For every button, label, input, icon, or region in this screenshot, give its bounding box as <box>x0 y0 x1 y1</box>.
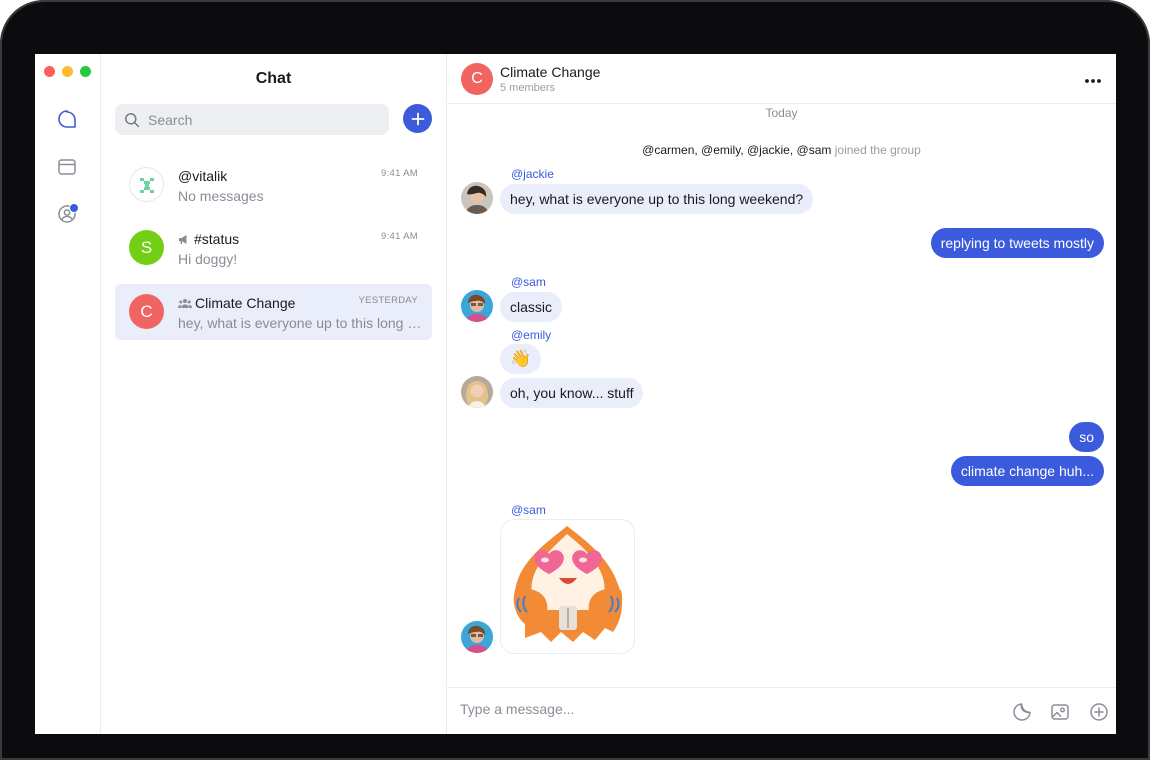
emoji-message[interactable]: 👋 <box>500 344 542 374</box>
identicon-icon <box>139 177 154 193</box>
inbox-icon <box>58 159 76 175</box>
conversation-name-text: #status <box>194 231 240 247</box>
chat-title[interactable]: Climate Change <box>500 64 600 80</box>
conversation-name: @vitalik <box>178 168 227 184</box>
conversation-preview: Hi doggy! <box>178 251 238 267</box>
image-button[interactable] <box>1049 701 1071 723</box>
avatar: S <box>129 230 164 265</box>
sticker-button[interactable] <box>1011 701 1033 723</box>
notification-badge <box>69 203 79 213</box>
sender-name[interactable]: @emily <box>511 328 551 342</box>
message-bubble-outgoing[interactable]: climate change huh... <box>950 456 1104 486</box>
sticker-message[interactable] <box>500 519 635 654</box>
image-icon <box>1051 704 1069 720</box>
avatar-jackie[interactable] <box>461 182 493 214</box>
user-photo-icon <box>461 290 493 322</box>
message-bubble[interactable]: hey, what is everyone up to this long we… <box>500 184 814 214</box>
maximize-window-button[interactable] <box>80 66 91 77</box>
app-window: Chat @vitalik No <box>35 54 1116 734</box>
more-options-button[interactable] <box>1084 68 1102 89</box>
avatar <box>129 167 164 202</box>
add-circle-icon <box>1090 703 1108 721</box>
heart-eyes-sticker-icon <box>513 526 623 642</box>
nav-rail <box>35 54 101 734</box>
window-controls <box>44 66 91 77</box>
chat-header: C Climate Change 5 members <box>447 54 1116 104</box>
conversation-preview: No messages <box>178 188 264 204</box>
chat-avatar[interactable]: C <box>461 63 493 95</box>
conversation-time: YESTERDAY <box>358 295 418 306</box>
search-box[interactable] <box>115 104 389 135</box>
more-horizontal-icon <box>1085 79 1101 83</box>
user-photo-icon <box>461 376 493 408</box>
search-input[interactable] <box>146 110 380 129</box>
conversation-time: 9:41 AM <box>381 168 418 179</box>
minimize-window-button[interactable] <box>62 66 73 77</box>
chat-panel: C Climate Change 5 members Today @carmen… <box>447 54 1116 734</box>
plus-icon <box>411 112 424 125</box>
conversation-name-text: Climate Change <box>195 295 296 311</box>
conversation-preview: hey, what is everyone up to this long we… <box>178 315 423 331</box>
group-icon <box>178 298 192 308</box>
device-frame: Chat @vitalik No <box>0 0 1150 760</box>
sidebar-title: Chat <box>255 70 292 87</box>
conversation-item-vitalik[interactable]: @vitalik No messages 9:41 AM <box>115 157 432 213</box>
sender-name[interactable]: @sam <box>511 275 546 289</box>
nav-chat-button[interactable] <box>53 106 81 134</box>
message-bubble[interactable]: oh, you know... stuff <box>500 378 644 408</box>
user-photo-icon <box>461 182 493 214</box>
add-attachment-button[interactable] <box>1088 701 1110 723</box>
sender-name[interactable]: @jackie <box>511 167 554 181</box>
message-input[interactable] <box>458 700 982 718</box>
conversation-name: Climate Change <box>178 295 295 311</box>
avatar: C <box>129 294 164 329</box>
avatar-emily[interactable] <box>461 376 493 408</box>
user-photo-icon <box>461 621 493 653</box>
new-chat-button[interactable] <box>403 104 432 133</box>
system-message: @carmen, @emily, @jackie, @sam joined th… <box>447 143 1116 157</box>
date-divider: Today <box>765 106 798 120</box>
conversation-item-status[interactable]: S #status Hi doggy! 9:41 AM <box>115 220 432 276</box>
conversation-item-climate-change[interactable]: C Climate Change hey, what is everyone u… <box>115 284 432 340</box>
sender-name[interactable]: @sam <box>511 503 546 517</box>
megaphone-icon <box>179 234 187 244</box>
joined-note: joined the group <box>834 143 921 157</box>
avatar-sam[interactable] <box>461 621 493 653</box>
conversation-time: 9:41 AM <box>381 231 418 242</box>
conversation-sidebar: Chat @vitalik No <box>101 54 447 734</box>
conversation-name-text: @vitalik <box>178 168 228 184</box>
message-bubble-outgoing[interactable]: so <box>1069 422 1104 452</box>
nav-inbox-button[interactable] <box>53 153 81 181</box>
conversation-name: #status <box>178 231 239 247</box>
nav-profile-button[interactable] <box>53 200 81 228</box>
message-bubble-outgoing[interactable]: replying to tweets mostly <box>930 228 1104 258</box>
message-composer <box>447 687 1116 734</box>
message-bubble[interactable]: classic <box>500 292 563 322</box>
chat-bubble-icon <box>58 110 76 128</box>
member-count[interactable]: 5 members <box>500 82 555 94</box>
joined-users: @carmen, @emily, @jackie, @sam <box>642 143 832 157</box>
close-window-button[interactable] <box>44 66 55 77</box>
search-icon <box>125 112 140 127</box>
avatar-sam[interactable] <box>461 290 493 322</box>
sticker-icon <box>1013 703 1031 721</box>
